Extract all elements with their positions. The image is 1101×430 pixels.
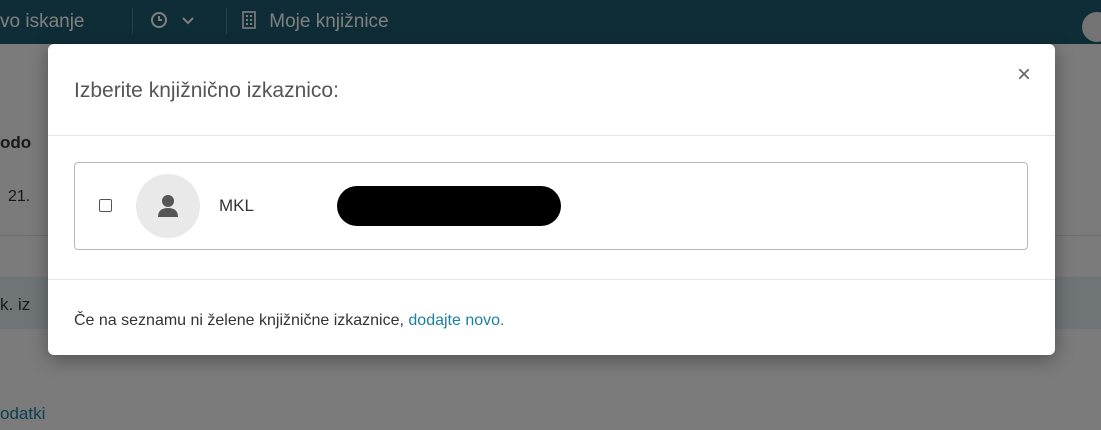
- dialog-title: Izberite knjižnično izkaznico:: [74, 79, 339, 102]
- close-button[interactable]: ×: [1013, 63, 1035, 87]
- card-id-label: MKL: [219, 196, 254, 215]
- redaction-mark: [337, 186, 561, 226]
- header-divider: [48, 135, 1055, 136]
- footer-text: Če na seznamu ni želene knjižnične izkaz…: [74, 312, 409, 329]
- card-select-checkbox[interactable]: [99, 199, 112, 212]
- select-card-dialog: Izberite knjižnično izkaznico: × MKL Če …: [48, 44, 1055, 355]
- card-avatar: [136, 174, 200, 238]
- add-new-card-link[interactable]: dodajte novo.: [408, 312, 504, 329]
- footer-divider: [48, 279, 1055, 280]
- library-card-option[interactable]: MKL: [74, 162, 1028, 250]
- user-icon: [158, 195, 178, 217]
- footer-message: Če na seznamu ni želene knjižnične izkaz…: [74, 310, 504, 332]
